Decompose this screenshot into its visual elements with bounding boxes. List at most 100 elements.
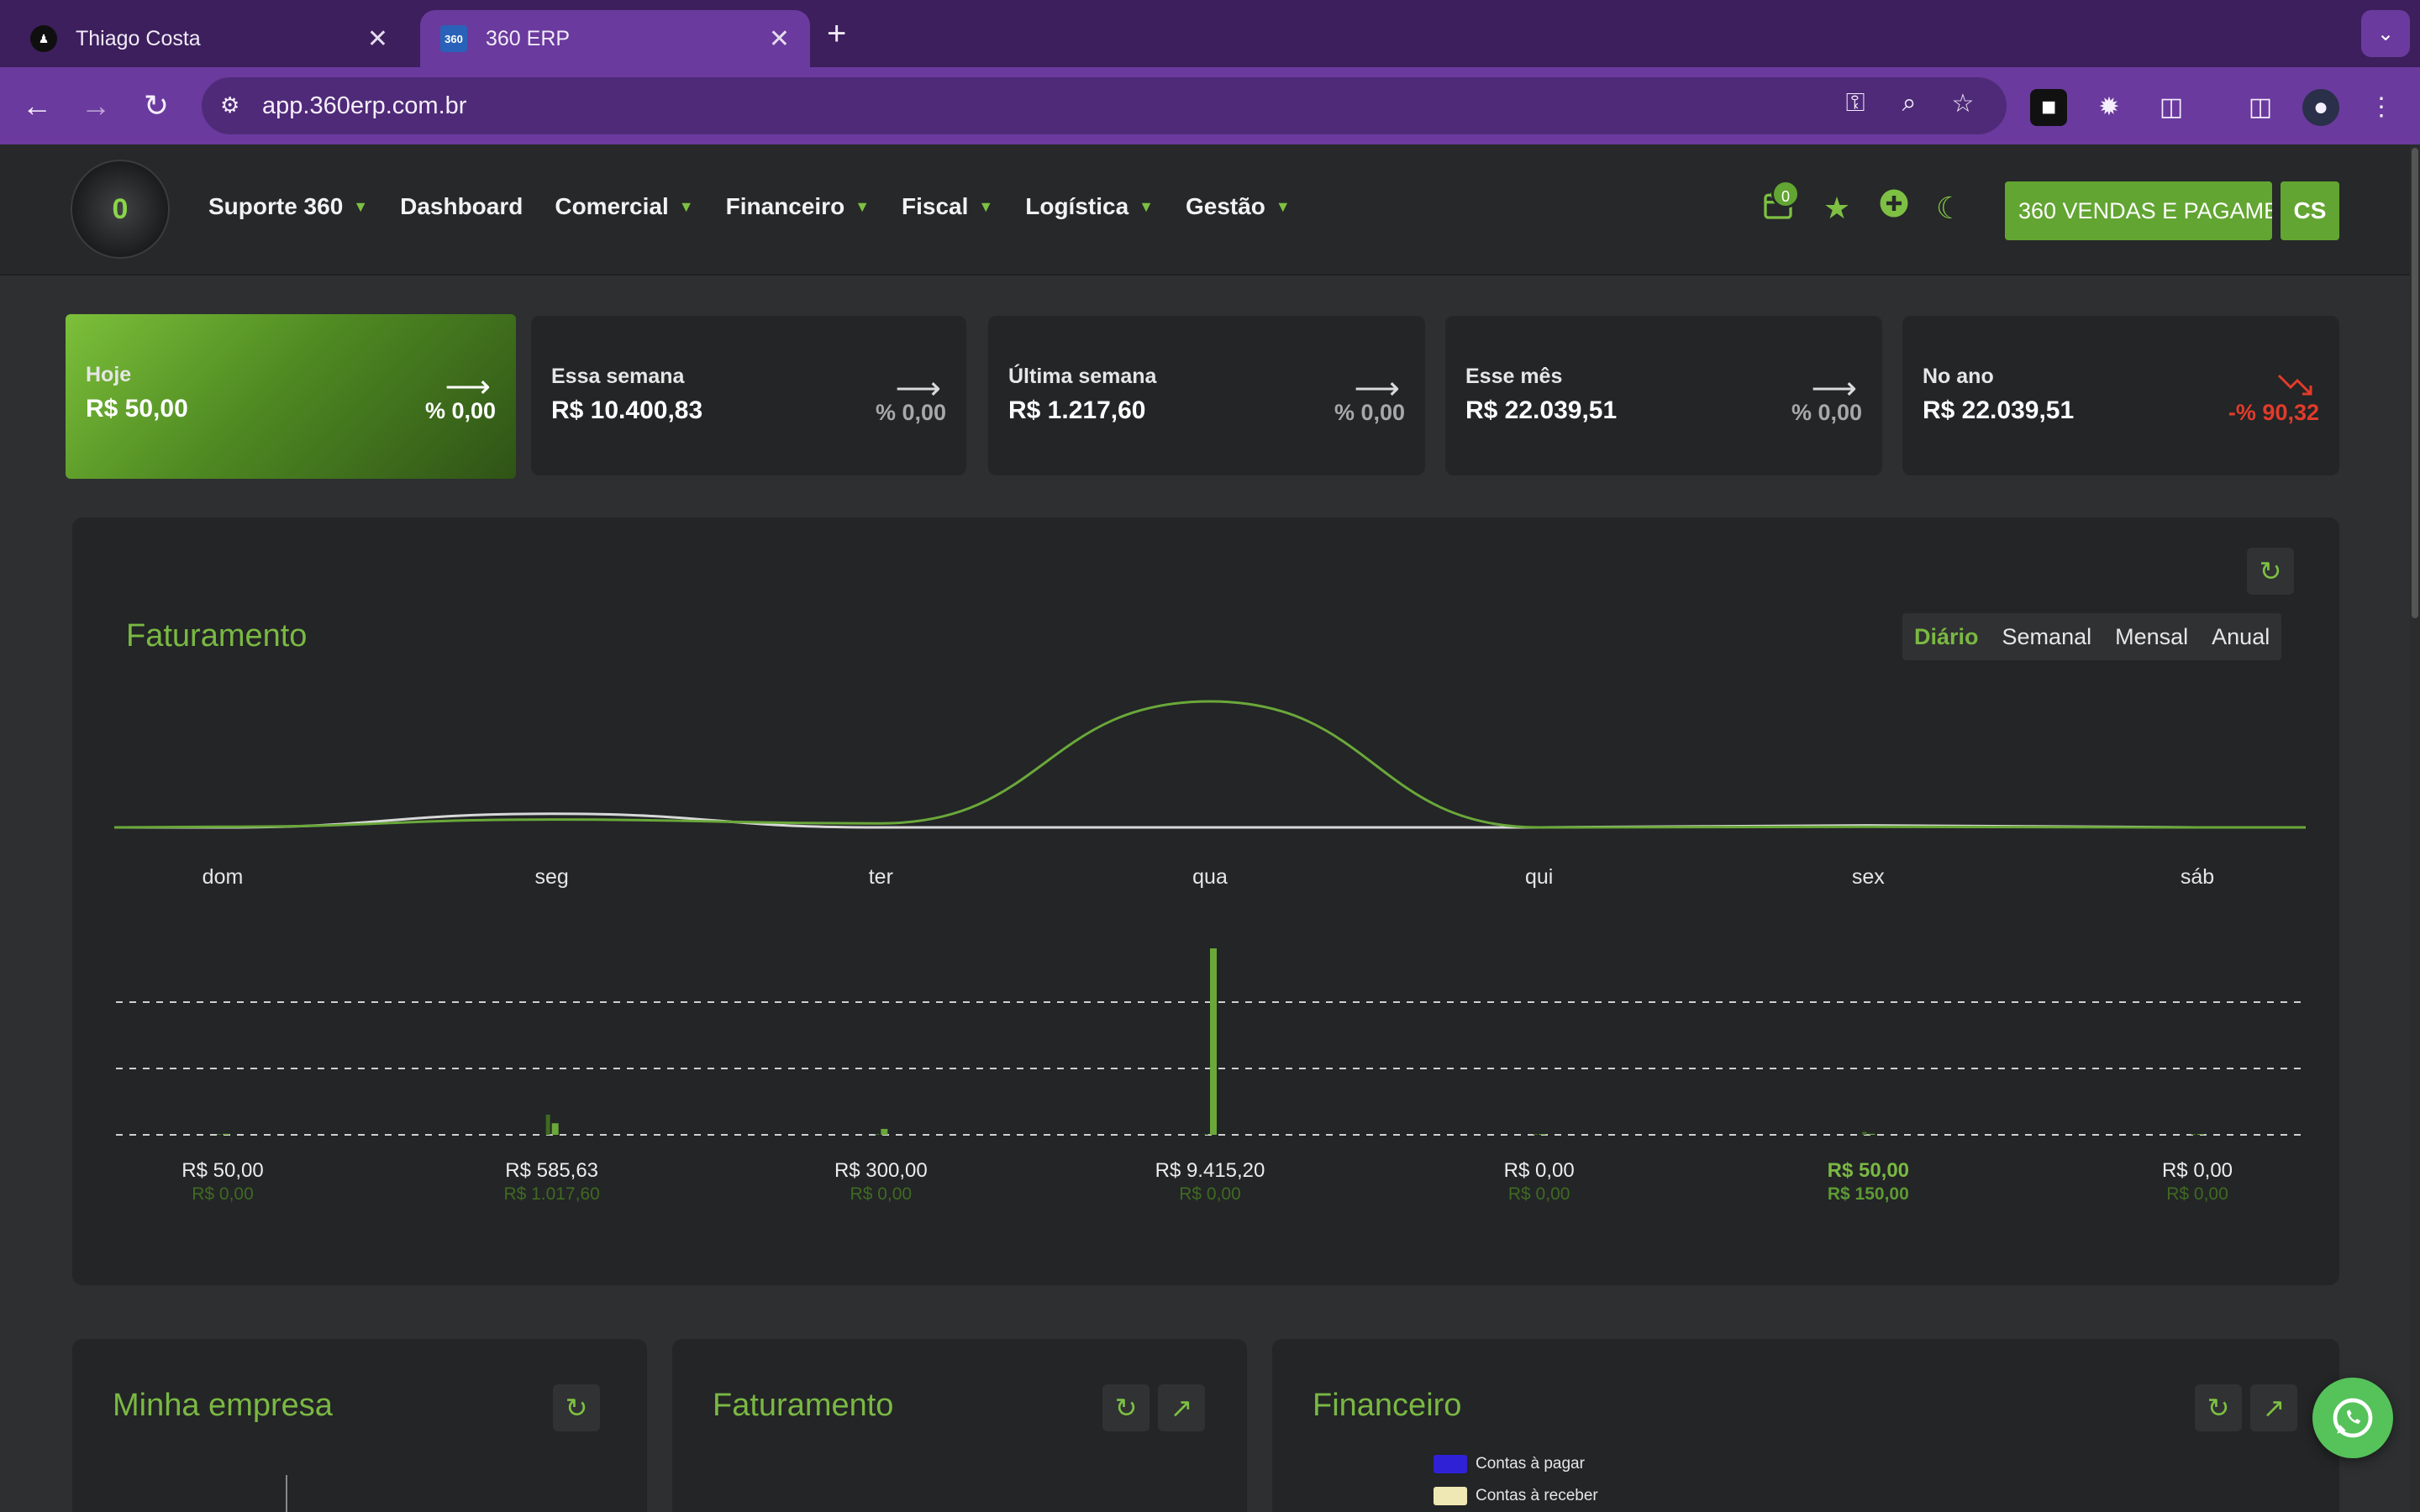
menu-gestao[interactable]: Gestão ▼ [1186,193,1291,220]
menu-logistica[interactable]: Logística ▼ [1025,193,1154,220]
menu-dashboard[interactable]: Dashboard [400,193,523,220]
browser-tab-thiago[interactable]: ♟ Thiago Costa ✕ [10,10,408,67]
bar-previous[interactable] [1533,1134,1538,1135]
day-label: qui [1524,865,1554,889]
whatsapp-chat-button[interactable] [2312,1378,2393,1458]
menu-suporte-360[interactable]: Suporte 360 ▼ [208,193,368,220]
bar-previous[interactable] [545,1115,550,1135]
new-tab-button[interactable]: + [827,15,846,53]
refresh-icon[interactable]: ↻ [553,1384,600,1431]
person-icon: ♟ [30,25,57,52]
stat-card-no-ano[interactable]: No ano R$ 22.039,51 -% 90,32 [1902,316,2339,475]
bar-previous[interactable] [1862,1131,1867,1135]
page-scrollbar[interactable] [2410,144,2420,1512]
bar-previous-label: R$ 0,00 [850,1184,913,1204]
period-anual[interactable]: Anual [2200,624,2281,650]
refresh-icon[interactable]: ↻ [2195,1384,2242,1431]
kebab-menu-icon[interactable]: ⋮ [2363,89,2400,126]
close-icon[interactable]: ✕ [769,24,790,54]
scrollbar-thumb[interactable] [2412,148,2418,618]
stat-value: R$ 10.400,83 [551,396,703,424]
bar-value-label: R$ 0,00 [1503,1159,1575,1182]
dark-mode-moon-icon[interactable]: ☾ [1929,188,1970,228]
minha-empresa-title: Minha empresa [113,1388,333,1423]
bar-current[interactable] [223,1133,229,1135]
menu-label: Fiscal [902,193,969,219]
menu-comercial[interactable]: Comercial ▼ [555,193,693,220]
stat-percent: % 0,00 [424,398,496,423]
day-label: seg [534,865,569,889]
company-logo[interactable]: 0 [71,160,170,259]
reload-icon[interactable]: ↻ [136,86,176,126]
bar-value-label: R$ 585,63 [505,1159,599,1182]
refresh-icon[interactable]: ↻ [1102,1384,1150,1431]
open-external-icon[interactable]: ↗ [2250,1384,2297,1431]
period-semanal[interactable]: Semanal [1991,624,2104,650]
puzzle-icon[interactable]: ◫ [2153,89,2190,126]
stat-card-esse-mes[interactable]: Esse mês R$ 22.039,51 ⟶ % 0,00 [1445,316,1882,475]
stat-card-ultima-semana[interactable]: Última semana R$ 1.217,60 ⟶ % 0,00 [988,316,1425,475]
bar-value-label: R$ 50,00 [1827,1159,1910,1182]
add-circle-icon[interactable] [1874,188,1914,228]
bar-current[interactable] [1210,948,1217,1135]
stat-value: R$ 22.039,51 [1465,396,1618,424]
chart-axis-line [286,1475,287,1512]
caret-down-icon: ▼ [1275,197,1291,215]
side-panel-icon[interactable]: ◫ [2242,89,2279,126]
bar-previous[interactable] [2191,1134,2196,1135]
site-settings-icon[interactable]: ⚙ [220,92,247,119]
back-icon[interactable]: ← [17,86,57,126]
period-selector: Diário Semanal Mensal Anual [1902,613,2282,660]
menu-label: Suporte 360 [208,193,344,219]
stat-label: Essa semana [551,365,685,388]
legend-swatch [1434,1455,1467,1473]
address-bar[interactable]: ⚙ app.360erp.com.br ⚿ ⌕ ☆ [202,77,2007,134]
company-selector-button[interactable]: 360 VENDAS E PAGAMENTOS [2005,181,2272,240]
tab-title: Thiago Costa [76,26,201,50]
caret-down-icon: ▼ [978,197,994,215]
key-icon[interactable]: ⚿ [1839,89,1872,123]
bar-current[interactable] [1539,1134,1546,1135]
bar-previous[interactable] [217,1134,221,1135]
bar-value-label: R$ 300,00 [834,1159,928,1182]
close-icon[interactable]: ✕ [367,24,388,54]
app-header: 0 Suporte 360 ▼ Dashboard Comercial ▼ Fina… [0,144,2420,276]
stat-percent: % 0,00 [875,400,946,425]
legend-label: Contas à pagar [1476,1455,1585,1473]
menu-financeiro[interactable]: Financeiro ▼ [726,193,870,220]
period-diario[interactable]: Diário [1902,624,1991,650]
stat-card-essa-semana[interactable]: Essa semana R$ 10.400,83 ⟶ % 0,00 [531,316,966,475]
menu-label: Gestão [1185,193,1265,219]
bar-previous[interactable] [1204,1134,1208,1135]
open-external-icon[interactable]: ↗ [1158,1384,1205,1431]
bar-current[interactable] [881,1128,888,1135]
bar-previous-label: R$ 0,00 [192,1184,254,1204]
zoom-icon[interactable]: ⌕ [1892,89,1926,123]
tab-search-button[interactable]: ⌄ [2361,10,2410,57]
financeiro-panel [1272,1339,2339,1512]
bar-current[interactable] [2197,1134,2204,1135]
faturamento-curve-chart [113,700,2306,829]
favorites-star-icon[interactable]: ★ [1817,188,1857,228]
user-menu-button[interactable]: CS [2281,181,2339,240]
bar-previous-label: R$ 0,00 [1179,1184,1241,1204]
url-text[interactable]: app.360erp.com.br [262,92,466,120]
period-mensal[interactable]: Mensal [2103,624,2200,650]
bar-value-label: R$ 9.415,20 [1155,1159,1265,1182]
bookmark-star-icon[interactable]: ☆ [1946,89,1980,123]
stat-card-hoje[interactable]: Hoje R$ 50,00 ⟶ % 0,00 [66,314,516,479]
day-label: qua [1192,865,1228,889]
profile-avatar[interactable]: ● [2302,89,2339,126]
extension-icon[interactable]: ✹ [2091,89,2128,126]
browser-tab-360erp[interactable]: 360 360 ERP ✕ [420,10,810,67]
bar-current[interactable] [551,1123,559,1135]
menu-label: Logística [1025,193,1129,219]
forward-icon[interactable]: → [76,86,116,126]
browser-toolbar: ← → ↻ ⚙ app.360erp.com.br ⚿ ⌕ ☆ ■ ✹ ◫ ◫ … [0,67,2420,144]
menu-fiscal[interactable]: Fiscal ▼ [902,193,993,220]
extension-icon[interactable]: ■ [2030,89,2067,126]
bar-previous[interactable] [875,1134,880,1135]
caret-down-icon: ▼ [855,197,871,215]
bar-current[interactable] [1868,1133,1876,1135]
refresh-icon[interactable]: ↻ [2247,548,2294,595]
